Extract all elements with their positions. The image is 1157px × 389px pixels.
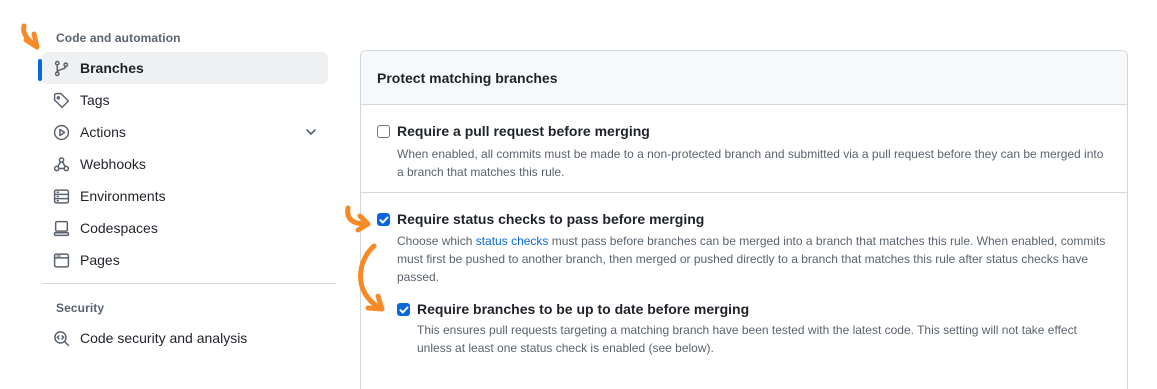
codespaces-icon <box>52 219 70 237</box>
section-heading-code-automation: Code and automation <box>56 31 181 45</box>
sidebar-item-label: Codespaces <box>80 220 158 236</box>
chevron-down-icon[interactable] <box>304 125 318 139</box>
rule-description: This ensures pull requests targeting a m… <box>417 321 1117 357</box>
sidebar-item-codespaces[interactable]: Codespaces <box>42 212 328 244</box>
play-icon <box>52 123 70 141</box>
rule-description-line: passed. <box>397 270 440 284</box>
sidebar-item-label: Webhooks <box>80 156 146 172</box>
settings-sidebar: Code and automation Branches Tags Action… <box>0 0 340 389</box>
sidebar-item-webhooks[interactable]: Webhooks <box>42 148 328 180</box>
status-checks-link[interactable]: status checks <box>476 234 549 248</box>
rule-require-up-to-date: Require branches to be up to date before… <box>361 293 1127 363</box>
sidebar-item-tags[interactable]: Tags <box>42 84 328 116</box>
sidebar-item-label: Pages <box>80 252 120 268</box>
sidebar-item-label: Tags <box>80 92 110 108</box>
codescan-icon <box>52 329 70 347</box>
browser-icon <box>52 251 70 269</box>
rule-description-line: This ensures pull requests targeting a m… <box>417 323 1077 337</box>
sidebar-item-label: Branches <box>80 60 144 76</box>
sidebar-item-label: Environments <box>80 188 166 204</box>
git-branch-icon <box>52 59 70 77</box>
rule-description-line: must first be pushed to another branch, … <box>397 252 1089 266</box>
sidebar-item-branches[interactable]: Branches <box>42 52 328 84</box>
rule-require-pull-request: Require a pull request before merging Wh… <box>361 105 1127 193</box>
description-text: Choose which <box>397 234 476 248</box>
require-status-checks-checkbox[interactable] <box>377 213 390 226</box>
sidebar-item-environments[interactable]: Environments <box>42 180 328 212</box>
sidebar-item-label: Code security and analysis <box>80 330 248 346</box>
sidebar-item-code-security[interactable]: Code security and analysis <box>42 322 328 354</box>
rule-description-line: When enabled, all commits must be made t… <box>397 147 1104 161</box>
rule-description: When enabled, all commits must be made t… <box>397 145 1117 181</box>
rule-title: Require a pull request before merging <box>397 123 650 139</box>
sidebar-item-pages[interactable]: Pages <box>42 244 328 276</box>
sidebar-divider <box>42 283 336 284</box>
sidebar-item-label: Actions <box>80 124 126 140</box>
rule-title: Require status checks to pass before mer… <box>397 211 705 227</box>
rule-description: Choose which status checks must pass bef… <box>397 232 1117 286</box>
section-heading-security: Security <box>56 301 105 315</box>
require-pull-request-checkbox[interactable] <box>377 125 390 138</box>
webhook-icon <box>52 155 70 173</box>
sidebar-item-actions[interactable]: Actions <box>42 116 328 148</box>
protect-branches-panel: Protect matching branches Require a pull… <box>360 50 1128 389</box>
rule-title: Require branches to be up to date before… <box>417 301 750 317</box>
panel-title: Protect matching branches <box>361 51 1127 105</box>
tag-icon <box>52 91 70 109</box>
description-text: must pass before branches can be merged … <box>548 234 1106 248</box>
rule-description-line: a branch that matches this rule. <box>397 165 565 179</box>
rule-require-status-checks: Require status checks to pass before mer… <box>361 193 1127 293</box>
server-icon <box>52 187 70 205</box>
rule-description-line: Choose which status checks must pass bef… <box>397 232 1117 250</box>
rule-description-line: unless at least one status check is enab… <box>417 341 714 355</box>
require-up-to-date-checkbox[interactable] <box>397 303 410 316</box>
